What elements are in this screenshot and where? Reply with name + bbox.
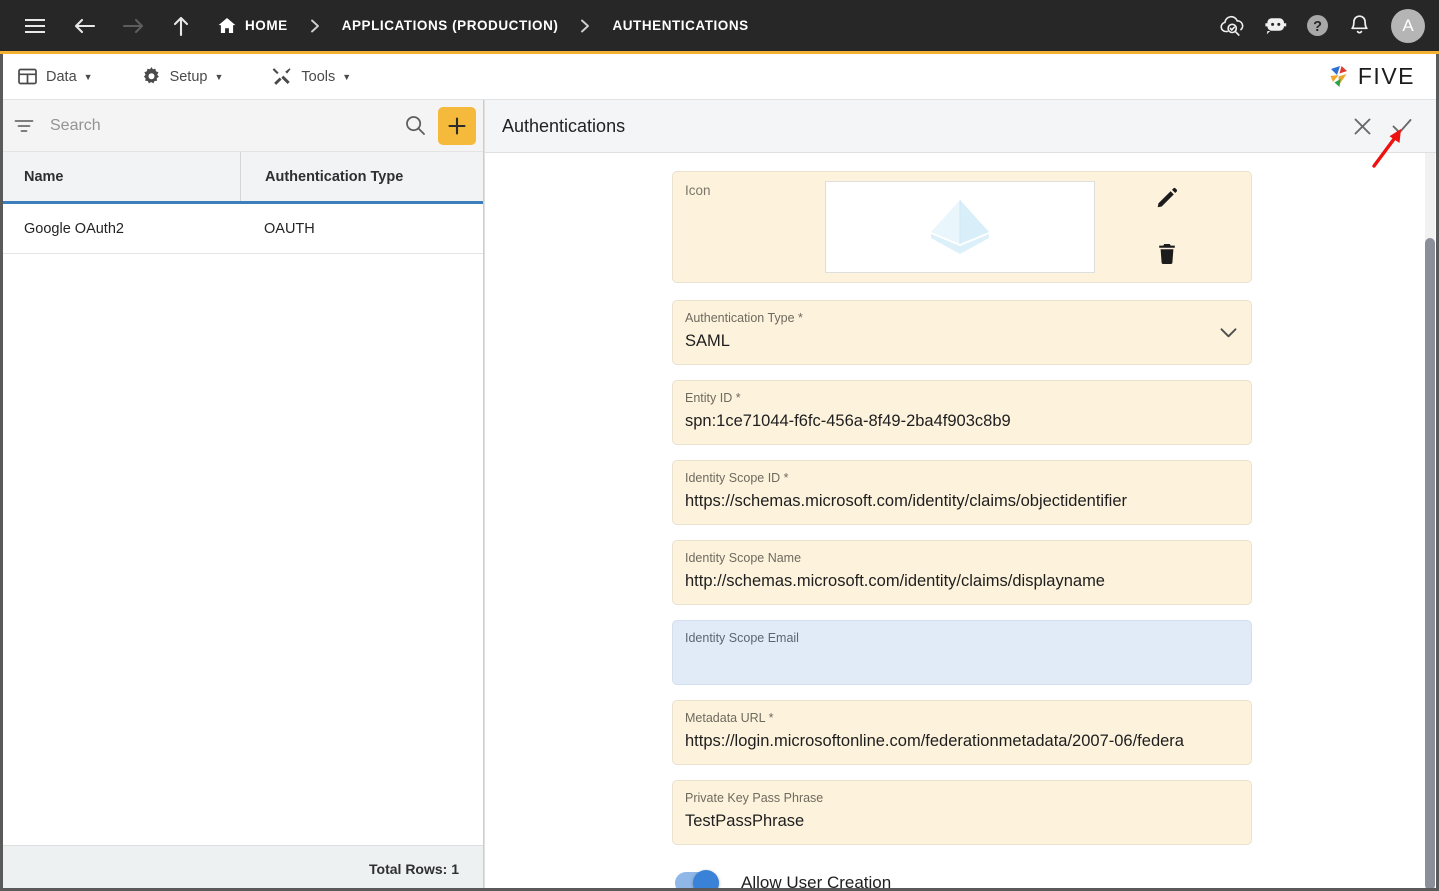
detail-panel: Authentications Icon Authentication Type… [484,100,1439,891]
navigate-back-icon[interactable] [68,9,102,43]
close-button[interactable] [1345,109,1379,143]
menu-label: Setup [169,68,208,85]
breadcrumb-label: HOME [245,18,288,33]
five-logo: FIVE [1327,63,1425,90]
chat-bot-icon[interactable] [1261,12,1289,40]
gear-icon [142,67,161,86]
field-identity-scope-name[interactable]: Identity Scope Name http://schemas.micro… [672,540,1252,605]
field-label: Authentication Type * [685,311,803,325]
icon-preview[interactable] [825,181,1095,273]
confirm-check-button[interactable] [1385,109,1419,143]
five-wordmark: FIVE [1357,63,1415,89]
icon-field: Icon [672,171,1252,283]
diamond-pyramid-icon [931,200,989,254]
breadcrumb: HOME APPLICATIONS (PRODUCTION) AUTHENTIC… [218,17,1219,34]
five-mark-icon [1330,65,1347,87]
window-edge-left [0,54,3,891]
breadcrumb-label: AUTHENTICATIONS [612,18,749,33]
detail-vertical-scrollbar[interactable] [1425,153,1435,891]
field-label: Identity Scope Name [685,551,802,565]
total-rows-label: Total Rows: 1 [369,860,459,877]
page-title: Authentications [502,115,626,136]
cell-authentication-type: OAUTH [264,220,315,237]
top-navigation-bar: HOME APPLICATIONS (PRODUCTION) AUTHENTIC… [0,0,1439,54]
table-grid-icon [18,68,37,85]
filter-icon[interactable] [14,118,34,134]
scrollbar-thumb[interactable] [1425,238,1435,890]
records-table: Name Authentication Type Google OAuth2 O… [0,152,483,845]
top-right-actions: ? A [1219,8,1425,43]
field-value [685,649,1237,673]
application-menu-bar: Data ▼ Setup ▼ Tools ▼ FIVE [0,54,1439,99]
breadcrumb-separator [580,19,590,33]
search-icon[interactable] [405,115,426,136]
cell-name: Google OAuth2 [24,220,124,237]
search-input[interactable] [50,116,405,135]
field-label: Entity ID * [685,391,741,405]
cloud-check-icon[interactable] [1219,12,1247,40]
list-status-bar: Total Rows: 1 [0,845,483,891]
icon-field-label: Icon [685,183,711,198]
tools-icon [272,67,292,86]
breadcrumb-item-applications[interactable]: APPLICATIONS (PRODUCTION) [342,18,559,33]
notifications-bell-icon[interactable] [1345,12,1373,40]
add-record-button[interactable] [438,106,476,145]
breadcrumb-item-home[interactable]: HOME [218,17,288,34]
field-value: http://schemas.microsoft.com/identity/cl… [685,572,1105,590]
menu-label: Tools [301,68,336,85]
field-label: Metadata URL * [685,711,774,725]
menu-label: Data [46,68,77,85]
help-icon[interactable]: ? [1303,12,1331,40]
table-empty-space [0,254,483,845]
chevron-down-icon: ▼ [83,71,93,82]
chevron-down-icon: ▼ [214,71,224,82]
field-value: spn:1ce71044-f6fc-456a-8f49-2ba4f903c8b9 [685,412,1011,430]
field-label: Identity Scope ID * [685,471,789,485]
field-identity-scope-email[interactable]: Identity Scope Email [672,620,1252,685]
user-avatar[interactable]: A [1391,8,1425,43]
column-header-authentication-type[interactable]: Authentication Type [240,152,483,201]
field-label: Private Key Pass Phrase [685,791,824,805]
menu-tools[interactable]: Tools ▼ [272,67,351,86]
detail-panel-header: Authentications [485,100,1439,153]
svg-text:?: ? [1313,19,1322,35]
authentication-form: Icon Authentication Type * SAML Entity I… [485,153,1439,891]
main-body: Name Authentication Type Google OAuth2 O… [0,99,1439,891]
chevron-down-icon[interactable] [1220,327,1237,338]
field-value: SAML [685,332,730,350]
field-value: https://schemas.microsoft.com/identity/c… [685,492,1127,510]
breadcrumb-label: APPLICATIONS (PRODUCTION) [341,18,559,33]
hamburger-menu-icon[interactable] [18,9,52,43]
home-icon [218,17,236,34]
breadcrumb-separator [310,19,320,33]
field-label: Identity Scope Email [685,631,799,645]
application-window: HOME APPLICATIONS (PRODUCTION) AUTHENTIC… [0,0,1439,891]
field-value: https://login.microsoftonline.com/federa… [685,732,1184,750]
field-authentication-type[interactable]: Authentication Type * SAML [672,300,1252,365]
detail-scroll-area: Icon Authentication Type * SAML Entity I… [485,153,1439,891]
field-entity-id[interactable]: Entity ID * spn:1ce71044-f6fc-456a-8f49-… [672,380,1252,445]
trash-icon[interactable] [1157,243,1177,265]
menu-data[interactable]: Data ▼ [18,68,93,85]
field-private-key-pass-phrase[interactable]: Private Key Pass Phrase TestPassPhrase [672,780,1252,845]
menu-setup[interactable]: Setup ▼ [142,67,224,86]
navigate-forward-icon[interactable] [116,9,150,43]
chevron-down-icon: ▼ [342,71,352,82]
list-panel: Name Authentication Type Google OAuth2 O… [0,100,484,891]
field-identity-scope-id[interactable]: Identity Scope ID * https://schemas.micr… [672,460,1252,525]
navigate-up-icon[interactable] [164,9,198,43]
table-header-row: Name Authentication Type [0,152,483,204]
icon-field-actions [1095,181,1239,273]
field-metadata-url[interactable]: Metadata URL * https://login.microsofton… [672,700,1252,765]
column-header-name[interactable]: Name [0,152,240,201]
pencil-icon[interactable] [1156,187,1178,209]
breadcrumb-item-authentications[interactable]: AUTHENTICATIONS [612,18,748,33]
search-bar [0,100,483,152]
table-row[interactable]: Google OAuth2 OAUTH [0,204,483,254]
field-value: TestPassPhrase [685,812,805,830]
